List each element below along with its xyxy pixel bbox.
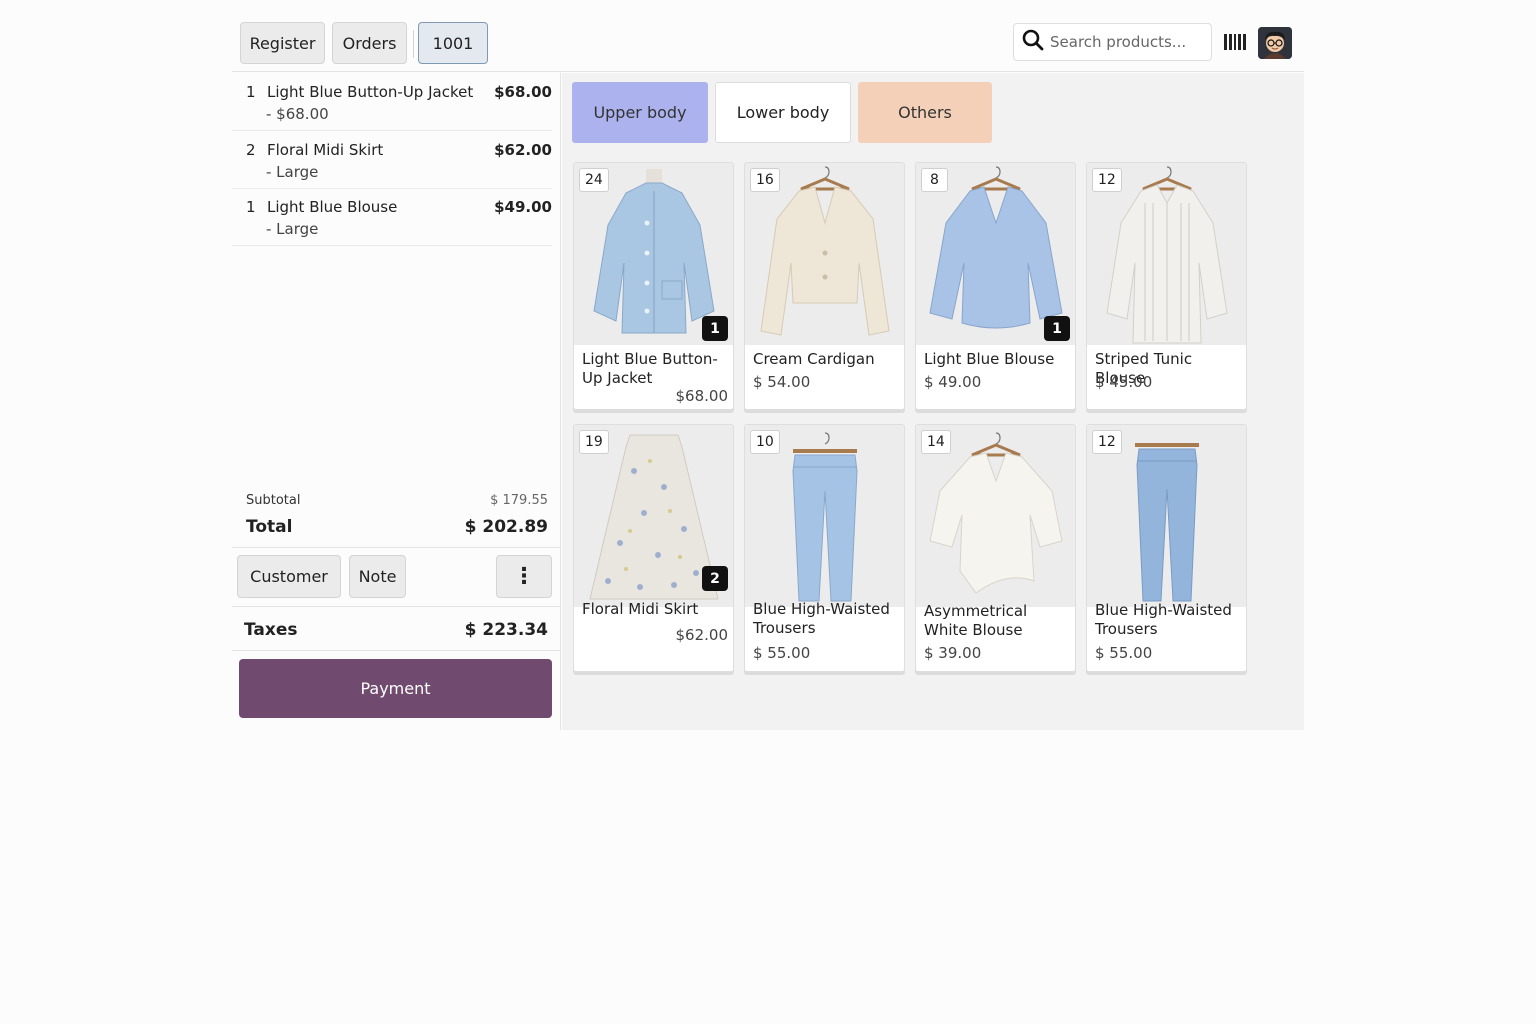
product-card-blue-high-waisted-trousers-2[interactable]: 12 Blue High-Waisted Trousers $ 55.00 [1086,424,1247,672]
payment-button[interactable]: Payment [239,659,552,718]
order-line-qty: 2 [246,141,256,159]
product-name: Asymmetrical White Blouse [924,602,1028,639]
top-bar: Register Orders 1001 [232,0,1304,72]
category-others[interactable]: Others [858,82,992,143]
category-upper-body[interactable]: Upper body [572,82,708,143]
product-price: $ 55.00 [1095,644,1153,662]
order-line-attribute: - Large [266,163,319,181]
product-name: Light Blue Button-Up Jacket [582,350,718,387]
taxes-label: Taxes [244,620,298,640]
product-card-blue-high-waisted-trousers[interactable]: 10 Blue High-Waisted Trousers $ 55.00 [744,424,905,672]
product-search-box[interactable] [1013,23,1212,61]
product-panel: Upper body Lower body Others 24 1 Light … [562,73,1304,730]
product-name: Blue High-Waisted Trousers [1095,601,1232,638]
header-divider [413,30,414,58]
divider [232,650,561,651]
product-name: Floral Midi Skirt [582,600,699,618]
order-line-name: Light Blue Blouse [267,198,398,216]
order-line-price: $49.00 [494,198,552,216]
stock-count-badge: 12 [1092,168,1122,192]
order-line-name: Floral Midi Skirt [267,141,384,159]
product-name: Blue High-Waisted Trousers [753,600,890,637]
subtotal-value: $ 179.55 [490,493,548,508]
product-card-light-blue-blouse[interactable]: 8 1 Light Blue Blouse $ 49.00 [915,162,1076,410]
product-price: $ 54.00 [753,373,811,391]
product-card-light-blue-button-up-jacket[interactable]: 24 1 Light Blue Button-Up Jacket $68.00 [573,162,734,410]
product-card-cream-cardigan[interactable]: 16 Cream Cardigan $ 54.00 [744,162,905,410]
search-input[interactable] [1050,33,1200,51]
current-order-tab[interactable]: 1001 [418,22,488,64]
taxes-value: $ 223.34 [464,620,548,640]
category-lower-body[interactable]: Lower body [715,82,851,143]
order-line-qty: 1 [246,198,256,216]
product-price: $ 39.00 [924,644,982,662]
order-line-price: $62.00 [494,141,552,159]
product-price: $ 45.00 [1095,373,1153,391]
order-panel: 1 Light Blue Button-Up Jacket - $68.00 $… [232,73,561,730]
order-line-attribute: - Large [266,220,319,238]
cart-quantity-badge: 1 [1044,316,1070,341]
order-line[interactable]: 2 Floral Midi Skirt - Large $62.00 [232,131,552,189]
product-name: Light Blue Blouse [924,350,1055,368]
stock-count-badge: 12 [1092,430,1122,454]
stock-count-badge: 14 [921,430,951,454]
product-card-floral-midi-skirt[interactable]: 19 2 Floral Midi Skirt $62.00 [573,424,734,672]
register-button[interactable]: Register [240,22,325,64]
barcode-icon[interactable] [1224,34,1246,50]
orders-button[interactable]: Orders [332,22,407,64]
order-line-price: $68.00 [494,83,552,101]
search-icon [1022,29,1044,55]
product-price: $68.00 [675,387,729,405]
customer-button[interactable]: Customer [237,555,341,598]
product-price: $ 49.00 [924,373,982,391]
subtotal-label: Subtotal [246,493,301,508]
divider [232,606,561,607]
product-card-striped-tunic-blouse[interactable]: 12 Striped Tunic Blouse $ 45.00 [1086,162,1247,410]
cart-quantity-badge: 2 [702,566,728,591]
order-line-qty: 1 [246,83,256,101]
divider [232,547,561,548]
order-line-name: Light Blue Button-Up Jacket [267,83,474,101]
stock-count-badge: 8 [921,168,948,192]
stock-count-badge: 19 [579,430,609,454]
product-price: $62.00 [675,626,729,644]
stock-count-badge: 16 [750,168,780,192]
product-price: $ 55.00 [753,644,811,662]
total-label: Total [246,517,293,537]
order-line[interactable]: 1 Light Blue Button-Up Jacket - $68.00 $… [232,73,552,131]
order-line[interactable]: 1 Light Blue Blouse - Large $49.00 [232,188,552,246]
stock-count-badge: 24 [579,168,609,192]
stock-count-badge: 10 [750,430,780,454]
pos-app: Register Orders 1001 Search products... … [232,0,1304,730]
order-line-attribute: - $68.00 [266,105,329,123]
product-card-asymmetrical-white-blouse[interactable]: 14 Asymmetrical White Blouse $ 39.00 [915,424,1076,672]
product-name: Cream Cardigan [753,350,875,368]
more-actions-icon[interactable]: ⋮ [496,555,552,598]
total-value: $ 202.89 [464,517,548,537]
note-button[interactable]: Note [349,555,406,598]
user-avatar[interactable] [1258,27,1292,59]
cart-quantity-badge: 1 [702,316,728,341]
